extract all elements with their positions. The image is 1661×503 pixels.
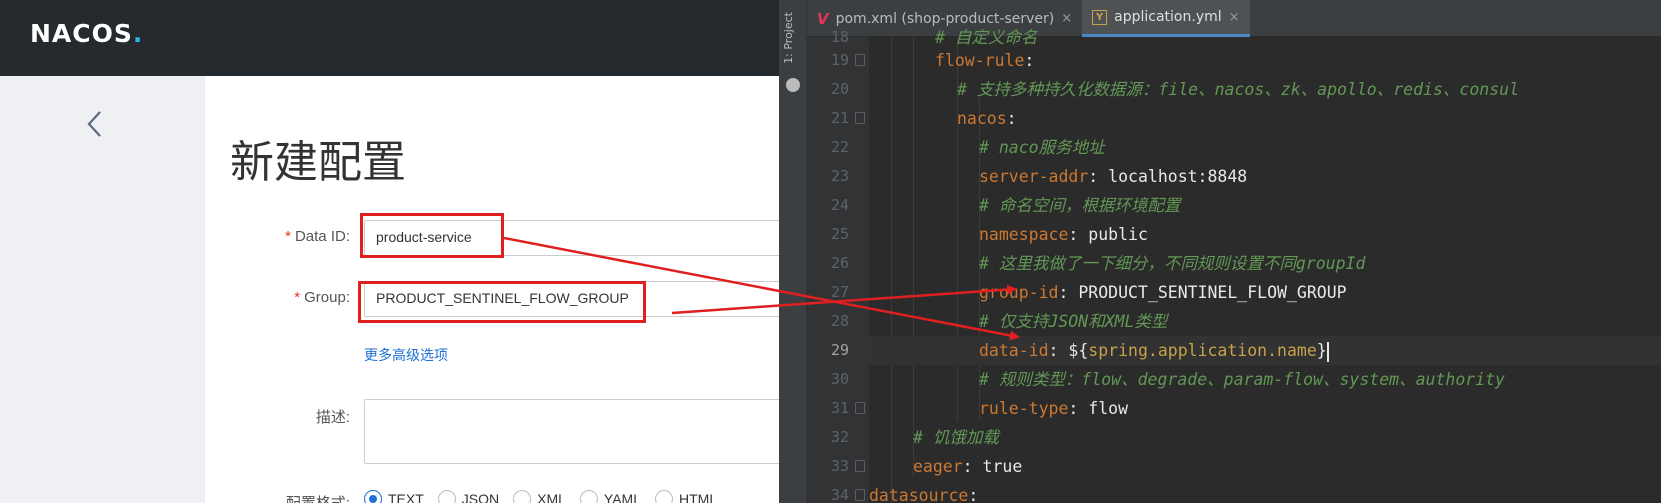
data-id-label: * Data ID: [285,228,350,245]
code-line: eager: true [913,457,1023,476]
line-number: 28 [830,312,849,330]
format-radio-group: TEXT JSON XML YAML HTML [364,490,717,503]
nacos-logo[interactable]: NACOS. [30,19,143,48]
code-line: # 这里我做了一下细分，不同规则设置不同groupId [979,254,1366,273]
line-number: 21 [830,109,849,127]
line-number: 19 [830,51,849,69]
page-title: 新建配置 [230,137,406,188]
radio-selected-icon [364,490,382,503]
format-option-xml[interactable]: XML [513,490,566,503]
line-number: 32 [830,428,849,446]
fold-marker-icon[interactable] [855,460,865,472]
code-line: flow-rule: [935,51,1035,70]
group-label: * Group: [294,289,350,306]
code-line: # 支持多种持久化数据源：file、nacos、zk、apollo、redis、… [957,80,1520,99]
fold-marker-icon[interactable] [855,489,865,501]
code-line: # 命名空间，根据环境配置 [979,196,1181,215]
code-line: server-addr: localhost:8848 [979,167,1248,186]
project-icon[interactable] [786,78,800,92]
project-strip-label[interactable]: 1: Project [782,12,795,64]
line-number-gutter: 18 19 20 21 22 23 24 25 26 27 28 29 30 3… [807,28,869,503]
nacos-header: NACOS. [0,0,781,76]
code-line: rule-type: flow [979,399,1129,418]
radio-icon [655,490,674,503]
format-label: 配置格式: [190,492,350,503]
group-input[interactable]: PRODUCT_SENTINEL_FLOW_GROUP [364,281,781,317]
line-number: 33 [830,457,849,475]
line-number: 27 [830,283,849,301]
code-line: group-id: PRODUCT_SENTINEL_FLOW_GROUP [979,283,1347,302]
line-number: 25 [830,225,849,243]
line-number: 26 [830,254,849,272]
line-number: 31 [830,399,849,417]
code-line: # 仅支持JSON和XML类型 [979,312,1168,331]
description-label: 描述: [315,409,350,426]
project-tool-strip[interactable]: 1: Project [779,0,807,503]
code-line: # 规则类型：flow、degrade、param-flow、system、au… [979,370,1505,389]
fold-marker-icon[interactable] [855,112,865,124]
text-caret [1326,341,1329,362]
format-option-yaml[interactable]: YAML [579,490,641,503]
radio-icon [513,490,532,503]
radio-icon [579,490,598,503]
format-option-json[interactable]: JSON [437,490,499,503]
code-line: nacos: [957,109,1017,128]
code-editor[interactable]: # 自定义命名 flow-rule: # 支持多种持久化数据源：file、nac… [869,28,1661,503]
line-number-current: 29 [830,341,849,359]
line-number: 22 [830,138,849,156]
code-line-current: data-id: ${spring.application.name} [869,336,1661,365]
ide-editor-pane: 1: Project V pom.xml (shop-product-serve… [779,0,1661,503]
line-number: 34 [830,486,849,503]
fold-marker-icon[interactable] [855,54,865,66]
code-line: # 饥饿加载 [913,428,999,447]
radio-icon [437,490,456,503]
line-number: 23 [830,167,849,185]
code-line: # naco服务地址 [979,138,1105,157]
description-textarea[interactable] [364,399,781,464]
line-number: 24 [830,196,849,214]
fold-marker-icon[interactable] [855,402,865,414]
code-line: namespace: public [979,225,1148,244]
format-option-html[interactable]: HTML [655,490,717,503]
chevron-left-icon[interactable] [80,106,110,142]
line-number: 30 [830,370,849,388]
code-line: datasource: [869,486,979,503]
advanced-options-link[interactable]: 更多高级选项 [364,345,448,365]
data-id-input[interactable]: product-service [364,220,781,256]
nacos-config-panel: NACOS. 新建配置 * Data ID: product-service * G… [0,0,781,503]
format-option-text[interactable]: TEXT [364,490,424,503]
line-number: 20 [830,80,849,98]
